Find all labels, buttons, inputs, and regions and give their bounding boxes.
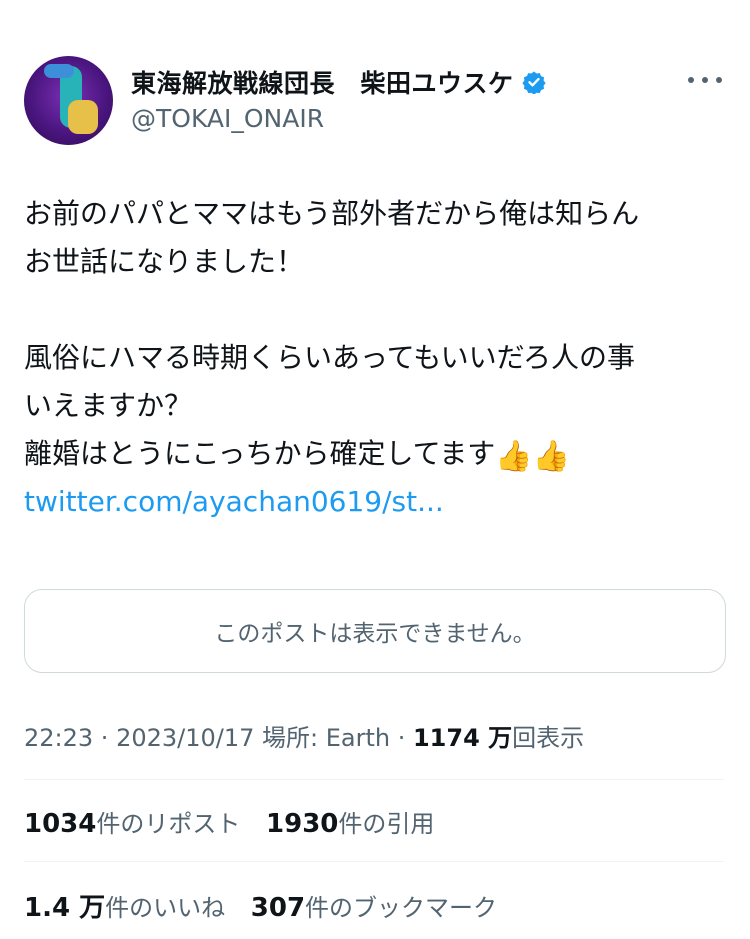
bookmarks-label: 件のブックマーク (305, 894, 498, 922)
tweet-line: お前のパパとママはもう部外者だから俺は知らん (24, 197, 640, 230)
bookmarks-stat[interactable]: 307件のブックマーク (250, 893, 498, 923)
tweet-date[interactable]: 2023/10/17 (116, 724, 254, 752)
more-options-icon[interactable] (688, 74, 722, 86)
likes-label: 件のいいね (105, 894, 226, 922)
quoted-post-message: このポストは表示できません。 (214, 621, 536, 647)
cutoff-previous-content (0, 0, 750, 6)
reposts-count: 1034 (24, 809, 97, 839)
tweet-link[interactable]: twitter.com/ayachan0619/st... (24, 478, 726, 526)
reposts-stat[interactable]: 1034件のリポスト (24, 809, 241, 839)
stats-row-reposts: 1034件のリポスト 1930件の引用 (24, 804, 452, 839)
views-count: 1174 万 (412, 724, 513, 752)
likes-count: 1.4 万 (24, 893, 106, 923)
quotes-label: 件の引用 (338, 810, 435, 838)
tweet-meta: 22:23 · 2023/10/17 場所: Earth · 1174 万回表示 (24, 718, 584, 753)
thumbs-up-emoji-icon: 👍👍 (495, 439, 570, 474)
name-row[interactable]: 東海解放戦線団長 柴田ユウスケ (131, 66, 546, 98)
divider (24, 861, 724, 862)
likes-stat[interactable]: 1.4 万件のいいね (24, 893, 226, 923)
tweet-location: 場所: Earth (254, 724, 391, 752)
quotes-count: 1930 (266, 809, 339, 839)
user-handle[interactable]: @TOKAI_ONAIR (131, 104, 324, 133)
stats-row-likes: 1.4 万件のいいね 307件のブックマーク (24, 887, 515, 924)
tweet-line: お世話になりました！ (24, 245, 305, 278)
views-label: 回表示 (512, 724, 585, 752)
display-name[interactable]: 東海解放戦線団長 柴田ユウスケ (131, 64, 514, 100)
tweet-header: 東海解放戦線団長 柴田ユウスケ @TOKAI_ONAIR (24, 56, 726, 146)
quotes-stat[interactable]: 1930件の引用 (266, 809, 435, 839)
tweet-text: お前のパパとママはもう部外者だから俺は知らん お世話になりました！ 風俗にハマる… (24, 190, 726, 526)
tweet-line-text: 離婚はとうにこっちから確定してます (24, 437, 496, 470)
meta-separator: · (93, 724, 117, 752)
verified-badge-icon (521, 71, 546, 94)
quoted-post-unavailable: このポストは表示できません。 (24, 589, 726, 673)
avatar[interactable] (24, 56, 113, 145)
tweet-line: 風俗にハマる時期くらいあってもいいだろ人の事 (24, 341, 635, 374)
bookmarks-count: 307 (250, 893, 306, 923)
reposts-label: 件のリポスト (96, 810, 241, 838)
tweet-line: いえますか？ (24, 389, 193, 422)
tweet-line: 離婚はとうにこっちから確定してます👍👍 (24, 430, 726, 478)
meta-separator: · (390, 724, 413, 752)
divider (24, 779, 724, 780)
tweet-time[interactable]: 22:23 (24, 724, 93, 752)
